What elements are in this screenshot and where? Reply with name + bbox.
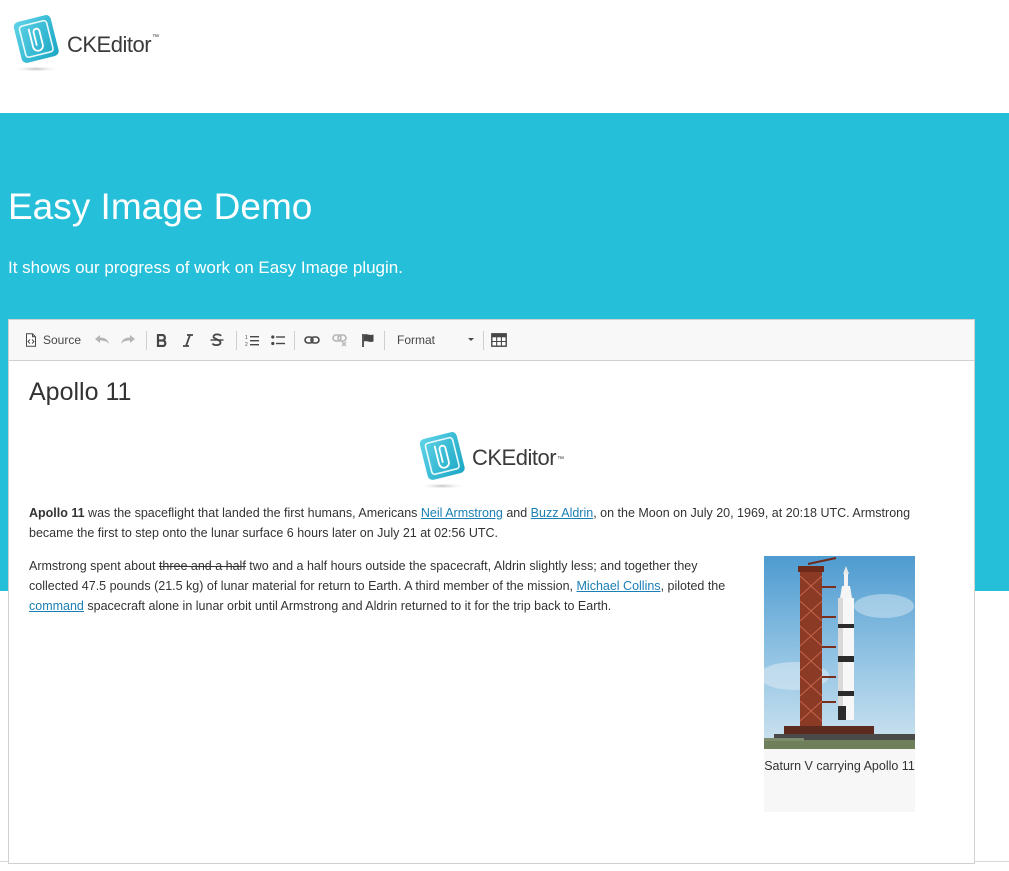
italic-button[interactable] [177, 329, 199, 351]
site-logo[interactable]: CKEditor™ [10, 12, 180, 74]
page-subtitle: It shows our progress of work on Easy Im… [8, 258, 403, 277]
redo-icon [121, 335, 135, 344]
toolbar-separator [294, 331, 295, 350]
bold-icon [156, 333, 167, 347]
content-heading: Apollo 11 [29, 378, 132, 406]
numbered-list-button[interactable]: 1 2 [241, 329, 263, 351]
saturn-v-image[interactable] [764, 556, 915, 749]
toolbar-separator [236, 331, 237, 350]
format-dropdown[interactable]: Format [388, 329, 480, 351]
numbered-list-icon: 1 2 [245, 335, 259, 347]
toolbar-separator [146, 331, 147, 350]
format-dropdown-label: Format [397, 333, 436, 347]
content-logo-text: CKEditor™ [472, 445, 564, 470]
image-figure[interactable]: Saturn V carrying Apollo 11 [764, 556, 915, 812]
source-icon [25, 333, 36, 347]
bold-button[interactable] [151, 329, 173, 351]
strikethrough-icon [210, 333, 224, 346]
anchor-button[interactable] [357, 329, 379, 351]
editor: Source 1 2 Format Apollo 11 CKEditor™ Ap… [8, 319, 975, 864]
paragraph: Apollo 11 was the spaceflight that lande… [29, 506, 911, 540]
editor-content[interactable]: Apollo 11 CKEditor™ Apollo 11 was the sp… [9, 362, 974, 863]
rocket-image [764, 556, 915, 749]
table-icon [491, 333, 507, 347]
link-buzz-aldrin[interactable]: Buzz Aldrin [531, 506, 594, 520]
editor-toolbar: Source 1 2 Format [9, 320, 974, 361]
unlink-icon [332, 334, 347, 347]
anchor-icon [362, 334, 374, 347]
source-button[interactable]: Source [23, 329, 83, 351]
page-title: Easy Image Demo [8, 186, 313, 227]
image-caption[interactable]: Saturn V carrying Apollo 11 [764, 756, 915, 776]
content-logo-image[interactable]: CKEditor™ [416, 429, 576, 491]
link-button[interactable] [301, 329, 323, 351]
svg-text:2: 2 [245, 342, 248, 347]
toolbar-separator [384, 331, 385, 350]
chevron-down-icon [468, 338, 474, 341]
undo-icon [95, 335, 109, 344]
bold-text: Apollo 11 [29, 506, 85, 520]
table-button[interactable] [488, 329, 510, 351]
svg-text:1: 1 [245, 335, 248, 341]
unlink-button[interactable] [329, 329, 351, 351]
bulleted-list-button[interactable] [267, 329, 289, 351]
strikethrough-text: three and a half [158, 559, 246, 573]
ckeditor-logo-icon [12, 15, 60, 72]
source-label: Source [42, 333, 82, 347]
bulleted-list-icon [271, 334, 285, 345]
paragraph: Armstrong spent about three and a half t… [29, 559, 726, 613]
redo-button[interactable] [117, 329, 139, 351]
link-icon [304, 336, 320, 344]
ckeditor-logo-icon [418, 432, 466, 489]
undo-button[interactable] [91, 329, 113, 351]
toolbar-separator [483, 331, 484, 350]
site-logo-text: CKEditor™ [67, 32, 159, 57]
link-michael-collins[interactable]: Michael Collins [577, 579, 661, 593]
link-neil-armstrong[interactable]: Neil Armstrong [421, 506, 503, 520]
strikethrough-button[interactable] [206, 329, 228, 351]
italic-icon [183, 333, 193, 347]
link-command[interactable]: command [29, 599, 84, 613]
